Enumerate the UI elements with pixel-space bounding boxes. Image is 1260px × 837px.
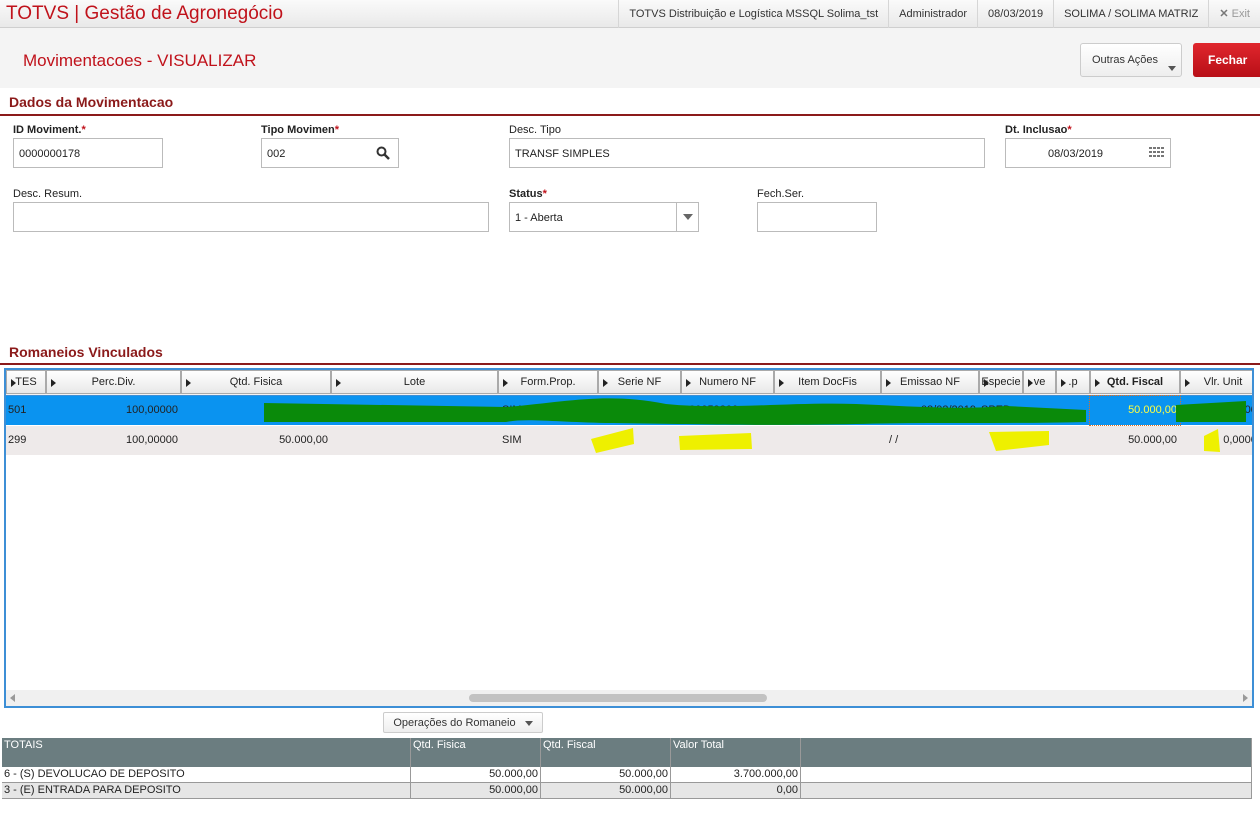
- sort-arrow-icon: [186, 379, 191, 387]
- page-header: Movimentacoes - VISUALIZAR: [0, 28, 1260, 88]
- scroll-right-icon[interactable]: [1243, 694, 1248, 702]
- fechar-button[interactable]: Fechar: [1193, 43, 1260, 77]
- sort-arrow-icon: [886, 379, 891, 387]
- fech-field[interactable]: [757, 202, 877, 232]
- chevron-down-icon: [524, 720, 533, 726]
- green-highlight-scribble: [264, 398, 1246, 453]
- sort-arrow-icon: [11, 379, 16, 387]
- search-icon[interactable]: [376, 146, 390, 160]
- column-header[interactable]: Qtd. Fisica: [181, 370, 331, 394]
- column-header[interactable]: TES: [6, 370, 46, 394]
- sort-arrow-icon: [984, 379, 989, 387]
- column-header[interactable]: Lote: [331, 370, 498, 394]
- column-header[interactable]: Item DocFis: [774, 370, 881, 394]
- outras-acoes-label: Outras Ações: [1092, 54, 1159, 66]
- column-header[interactable]: .p: [1056, 370, 1090, 394]
- sort-arrow-icon: [503, 379, 508, 387]
- desc-resum-label: Desc. Resum.: [13, 188, 83, 200]
- section-romaneios: Romaneios Vinculados: [0, 344, 1260, 365]
- tipo-field[interactable]: 002: [261, 138, 399, 168]
- sort-arrow-icon: [779, 379, 784, 387]
- desc-tipo-field[interactable]: TRANSF SIMPLES: [509, 138, 985, 168]
- sort-arrow-icon: [336, 379, 341, 387]
- user-label[interactable]: Administrador: [888, 0, 977, 28]
- sort-arrow-icon: [1061, 379, 1066, 387]
- section-dados: Dados da Movimentacao: [0, 94, 1260, 116]
- id-label: ID Moviment.*: [13, 124, 86, 136]
- app-brand: TOTVS | Gestão de Agronegócio: [6, 3, 284, 24]
- top-bar: TOTVS | Gestão de Agronegócio TOTVS Dist…: [0, 0, 1260, 28]
- dt-label: Dt. Inclusao*: [1005, 124, 1072, 136]
- environment-label: TOTVS Distribuição e Logística MSSQL Sol…: [618, 0, 888, 28]
- operacoes-label: Operações do Romaneio: [393, 717, 516, 729]
- status-select[interactable]: 1 - Aberta: [509, 202, 699, 232]
- desc-resum-field[interactable]: [13, 202, 489, 232]
- desc-tipo-label: Desc. Tipo: [509, 124, 561, 136]
- close-icon: ✕: [1219, 8, 1229, 20]
- operacoes-romaneio-button[interactable]: Operações do Romaneio: [383, 712, 543, 733]
- date-label: 08/03/2019: [977, 0, 1053, 28]
- totals-table: TOTAIS Qtd. Fisica Qtd. Fiscal Valor Tot…: [2, 738, 1252, 799]
- column-header[interactable]: Perc.Div.: [46, 370, 181, 394]
- sort-arrow-icon: [1095, 379, 1100, 387]
- column-header[interactable]: Vlr. Unit: [1180, 370, 1252, 394]
- chevron-down-icon: [1168, 66, 1176, 71]
- id-field[interactable]: 0000000178: [13, 138, 163, 168]
- sort-arrow-icon: [686, 379, 691, 387]
- column-header[interactable]: Especie: [979, 370, 1023, 394]
- fech-label: Fech.Ser.: [757, 188, 805, 200]
- grid-header: TES Perc.Div. Qtd. Fisica Lote Form.Prop. Ser…: [6, 370, 1252, 396]
- column-header[interactable]: ve: [1023, 370, 1056, 394]
- totals-header-cell: Qtd. Fisica: [411, 738, 541, 767]
- totals-header: TOTAIS Qtd. Fisica Qtd. Fiscal Valor Tot…: [2, 738, 1252, 767]
- dt-field[interactable]: 08/03/2019: [1005, 138, 1171, 168]
- exit-button[interactable]: ✕ Exit: [1208, 0, 1260, 28]
- chevron-down-icon: [683, 214, 693, 220]
- totals-header-cell: Qtd. Fiscal: [541, 738, 671, 767]
- calendar-icon[interactable]: [1149, 147, 1165, 159]
- exit-label: Exit: [1231, 8, 1250, 20]
- horizontal-scrollbar[interactable]: [6, 690, 1252, 706]
- company-label[interactable]: SOLIMA / SOLIMA MATRIZ: [1053, 0, 1208, 28]
- sort-arrow-icon: [1028, 379, 1033, 387]
- page-title: Movimentacoes - VISUALIZAR: [23, 51, 257, 70]
- totals-header-cell: TOTAIS: [2, 738, 411, 767]
- scroll-left-icon[interactable]: [10, 694, 15, 702]
- romaneios-grid[interactable]: TES Perc.Div. Qtd. Fisica Lote Form.Prop. Ser…: [4, 368, 1254, 708]
- column-header[interactable]: Form.Prop.: [498, 370, 598, 394]
- outras-acoes-button[interactable]: Outras Ações: [1080, 43, 1182, 77]
- totals-row[interactable]: 6 - (S) DEVOLUCAO DE DEPOSITO 50.000,00 50…: [2, 767, 1252, 783]
- status-label: Status*: [509, 188, 547, 200]
- sort-arrow-icon: [1185, 379, 1190, 387]
- sort-arrow-icon: [51, 379, 56, 387]
- totals-header-cell: Valor Total: [671, 738, 801, 767]
- column-header[interactable]: Serie NF: [598, 370, 681, 394]
- dropdown-button[interactable]: [676, 203, 698, 231]
- column-header[interactable]: Emissao NF: [881, 370, 979, 394]
- scrollbar-thumb[interactable]: [469, 694, 767, 702]
- column-header[interactable]: Numero NF: [681, 370, 774, 394]
- sort-arrow-icon: [603, 379, 608, 387]
- tipo-label: Tipo Movimen*: [261, 124, 340, 136]
- column-header[interactable]: Qtd. Fiscal: [1090, 370, 1180, 394]
- totals-row[interactable]: 3 - (E) ENTRADA PARA DEPOSITO 50.000,00 50…: [2, 783, 1252, 799]
